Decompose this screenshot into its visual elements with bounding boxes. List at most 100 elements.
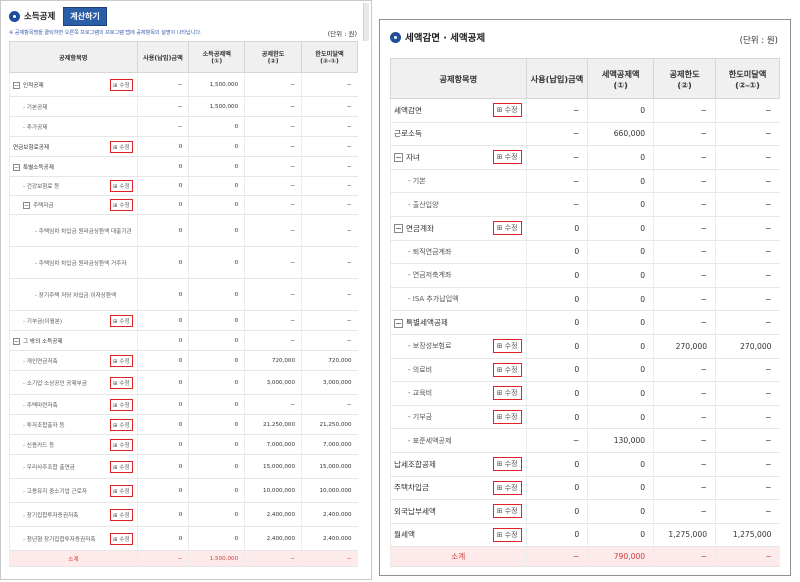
edit-button[interactable]: ⊞ 수정	[110, 314, 133, 327]
value-cell: 1,500,000	[188, 96, 245, 117]
item-name-label: - 기부금	[408, 413, 433, 422]
item-name-cell[interactable]: - ISA 추가납입액	[390, 287, 527, 312]
item-name-cell[interactable]: 근로소득	[390, 122, 527, 147]
item-name-cell[interactable]: 월세액 ⊞ 수정	[390, 523, 527, 548]
item-name-cell[interactable]: - 신용카드 등 ⊞ 수정	[9, 434, 138, 455]
collapse-toggle-icon[interactable]: −	[394, 318, 403, 328]
item-name-cell[interactable]: - 주택임차 차입금 원리금상환액 거주자	[9, 246, 138, 279]
edit-button[interactable]: ⊞ 수정	[110, 508, 133, 521]
value-cell: −	[715, 499, 780, 524]
item-name-label: 근로소득	[394, 129, 422, 139]
item-name-cell[interactable]: - 주택마련저축 ⊞ 수정	[9, 394, 138, 415]
item-name-cell[interactable]: - 고용유지 중소기업 근로자 ⊞ 수정	[9, 478, 138, 503]
item-name-cell[interactable]: - 교육비 ⊞ 수정	[390, 381, 527, 406]
item-name-cell[interactable]: - 장기주택 저당 차입금 이자상환액	[9, 278, 138, 311]
edit-button[interactable]: ⊞ 수정	[110, 140, 133, 153]
item-name-cell[interactable]: - 주택임차 차입금 원리금상환액 대출기관	[9, 214, 138, 247]
value-cell: −	[301, 72, 358, 97]
item-name-cell[interactable]: - 기본공제	[9, 96, 138, 117]
value-cell: 15,000,000	[301, 454, 358, 479]
item-name-cell[interactable]: 세액감면 ⊞ 수정	[390, 98, 527, 123]
value-cell: −	[653, 452, 716, 477]
value-cell: −	[525, 145, 588, 170]
item-name-cell[interactable]: 주택차입금 ⊞ 수정	[390, 476, 527, 501]
collapse-toggle-icon[interactable]: −	[23, 202, 30, 209]
item-name-cell[interactable]: − 인적공제 ⊞ 수정	[9, 72, 138, 97]
item-name-cell[interactable]: - 연금저축계좌	[390, 263, 527, 288]
collapse-toggle-icon[interactable]: −	[394, 153, 403, 163]
edit-button[interactable]: ⊞ 수정	[110, 376, 133, 389]
value-cell: 720,000	[244, 350, 302, 371]
value-cell: −	[653, 192, 716, 217]
item-name-cell[interactable]: − 주택자금 ⊞ 수정	[9, 195, 138, 215]
item-name-cell[interactable]: - 표준세액공제	[390, 428, 527, 453]
edit-button[interactable]: ⊞ 수정	[110, 180, 133, 192]
item-name-cell[interactable]: - 기본	[390, 169, 527, 194]
item-name-cell[interactable]: - 기부금(이월분) ⊞ 수정	[9, 310, 138, 331]
edit-button[interactable]: ⊞ 수정	[110, 532, 133, 545]
edit-button[interactable]: ⊞ 수정	[492, 339, 522, 354]
edit-button[interactable]: ⊞ 수정	[492, 527, 522, 542]
edit-button[interactable]: ⊞ 수정	[492, 504, 522, 519]
bullet-icon	[390, 31, 401, 43]
collapse-toggle-icon[interactable]: −	[13, 81, 20, 89]
item-name-cell[interactable]: - 추가공제	[9, 116, 138, 137]
value-cell: −	[301, 116, 358, 137]
scrollbar[interactable]	[363, 3, 369, 41]
value-cell: −	[244, 214, 302, 247]
edit-button[interactable]: ⊞ 수정	[110, 438, 133, 451]
item-name-label: 연금보험료공제	[13, 144, 50, 151]
item-name-label: - 표준세액공제	[408, 436, 452, 445]
item-name-cell[interactable]: - 기부금 ⊞ 수정	[390, 405, 527, 430]
item-name-cell[interactable]: 외국납부세액 ⊞ 수정	[390, 499, 527, 524]
edit-button[interactable]: ⊞ 수정	[492, 410, 522, 425]
table-row: - 기부금 ⊞ 수정 0 0− −	[390, 405, 780, 430]
edit-button[interactable]: ⊞ 수정	[110, 354, 133, 367]
value-cell: −	[525, 169, 588, 194]
collapse-toggle-icon[interactable]: −	[13, 337, 20, 345]
item-name-cell[interactable]: − 연금계좌 ⊞ 수정	[390, 216, 527, 241]
edit-button[interactable]: ⊞ 수정	[110, 199, 133, 211]
edit-button[interactable]: ⊞ 수정	[492, 480, 522, 495]
item-name-cell[interactable]: 연금보험료공제 ⊞ 수정	[9, 136, 138, 157]
edit-button[interactable]: ⊞ 수정	[492, 362, 522, 377]
calculate-button[interactable]: 계산하기	[63, 6, 107, 26]
edit-button[interactable]: ⊞ 수정	[110, 78, 133, 91]
subtotal-value: −	[301, 550, 358, 567]
item-name-cell[interactable]: - 퇴직연금계좌	[390, 240, 527, 265]
item-name-label: 주택자금	[33, 203, 54, 209]
edit-button[interactable]: ⊞ 수정	[492, 457, 522, 472]
item-name-cell[interactable]: - 투자조합출자 등 ⊞ 수정	[9, 414, 138, 435]
collapse-toggle-icon[interactable]: −	[394, 224, 403, 234]
item-name-cell[interactable]: - 우리사주조합 출연금 ⊞ 수정	[9, 454, 138, 479]
edit-button[interactable]: ⊞ 수정	[110, 398, 133, 411]
value-cell: 0	[188, 214, 245, 247]
item-name-cell[interactable]: - 소기업 소상공인 공제부금 ⊞ 수정	[9, 370, 138, 395]
value-cell: −	[301, 214, 358, 247]
item-name-cell[interactable]: - 청년형 장기집합투자증권저축 ⊞ 수정	[9, 526, 138, 551]
table-row: 월세액 ⊞ 수정 0 0 1,275,000 1,275,000	[390, 523, 780, 548]
edit-button[interactable]: ⊞ 수정	[110, 418, 133, 431]
item-name-cell[interactable]: - 개인연금저축 ⊞ 수정	[9, 350, 138, 371]
edit-button[interactable]: ⊞ 수정	[492, 150, 522, 165]
item-name-cell[interactable]: - 출산입양	[390, 192, 527, 217]
collapse-toggle-icon[interactable]: −	[13, 163, 20, 171]
item-name-cell[interactable]: - 보장성보험료 ⊞ 수정	[390, 334, 527, 359]
value-cell: 0	[188, 370, 245, 395]
item-name-cell[interactable]: - 의료비 ⊞ 수정	[390, 358, 527, 383]
value-cell: −	[244, 176, 302, 196]
item-name-cell[interactable]: − 특별세액공제	[390, 310, 527, 335]
edit-button[interactable]: ⊞ 수정	[492, 103, 522, 118]
edit-button[interactable]: ⊞ 수정	[110, 484, 133, 497]
item-name-cell[interactable]: − 특별소득공제	[9, 156, 138, 177]
edit-button[interactable]: ⊞ 수정	[492, 386, 522, 401]
item-name-cell[interactable]: - 장기집합투자증권저축 ⊞ 수정	[9, 502, 138, 527]
item-name-cell[interactable]: - 건강보험료 등 ⊞ 수정	[9, 176, 138, 196]
edit-button[interactable]: ⊞ 수정	[110, 460, 133, 473]
value-cell: −	[653, 499, 716, 524]
item-name-cell[interactable]: − 그 밖의 소득공제	[9, 330, 138, 351]
item-name-cell[interactable]: − 자녀 ⊞ 수정	[390, 145, 527, 170]
item-name-cell[interactable]: 납세조합공제 ⊞ 수정	[390, 452, 527, 477]
value-cell: 0	[525, 381, 588, 406]
edit-button[interactable]: ⊞ 수정	[492, 221, 522, 236]
